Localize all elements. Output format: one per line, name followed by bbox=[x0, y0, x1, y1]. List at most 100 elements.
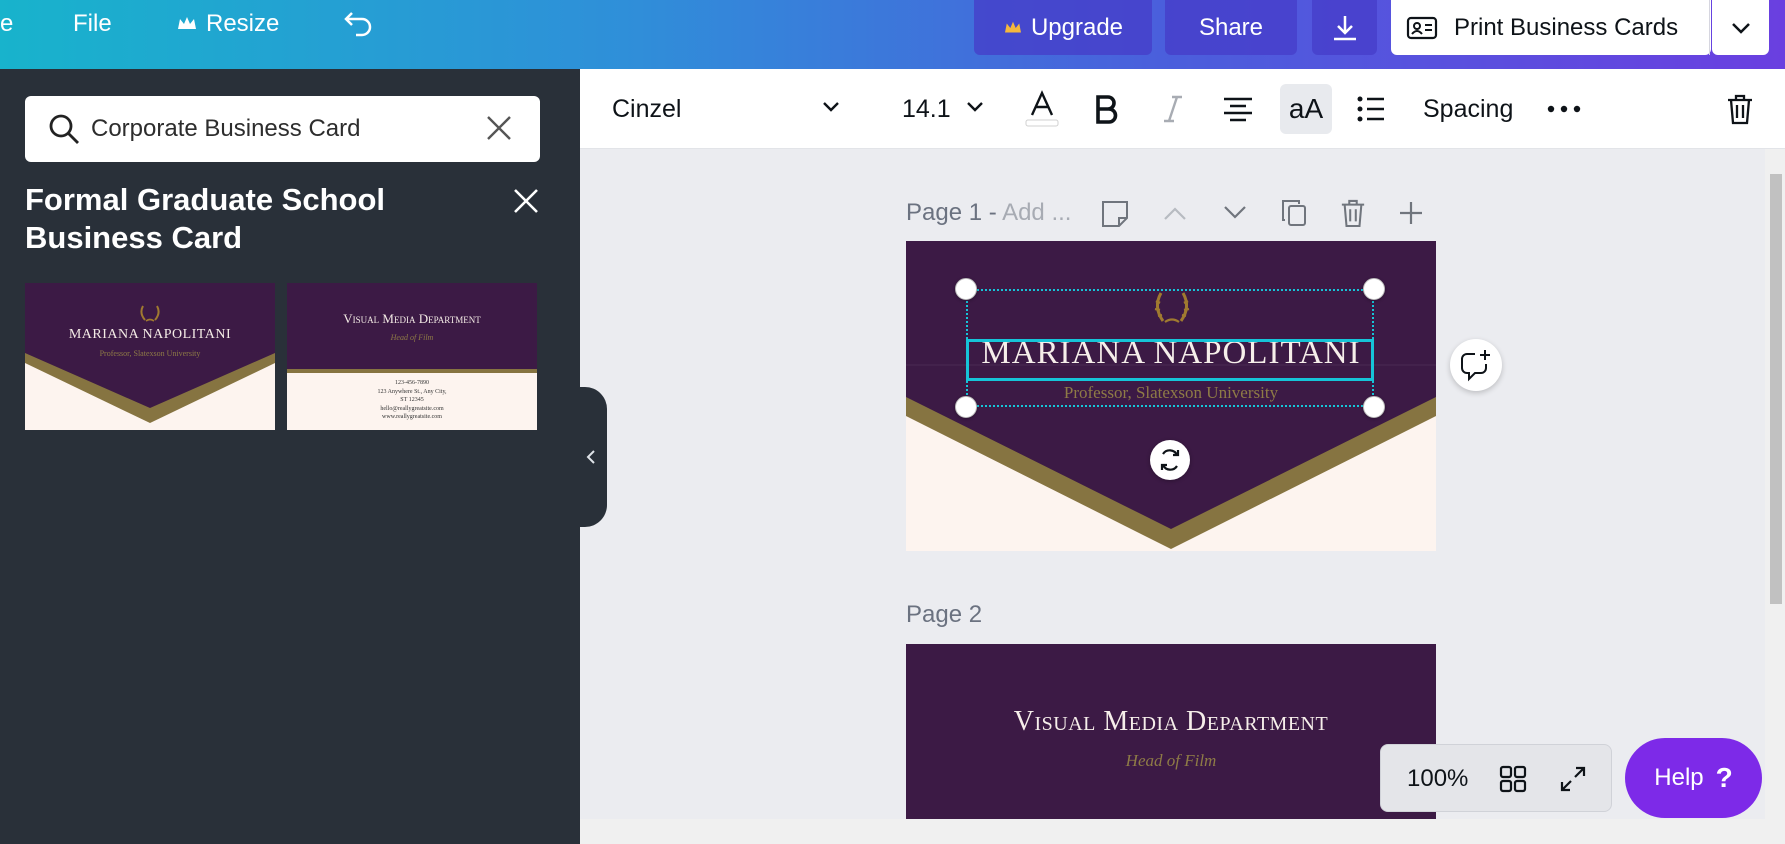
font-size-dropdown[interactable]: 14.1 bbox=[902, 69, 992, 149]
list-icon bbox=[1357, 96, 1384, 122]
search-input[interactable] bbox=[91, 115, 471, 143]
home-button[interactable]: e bbox=[0, 8, 13, 40]
thumb-subtitle: Professor, Slatexson University bbox=[99, 349, 201, 358]
view-controls: 100% bbox=[1380, 744, 1612, 812]
font-size: 14.1 bbox=[902, 94, 951, 123]
clear-search-icon[interactable] bbox=[483, 112, 515, 144]
italic-button[interactable] bbox=[1160, 69, 1186, 149]
card-2-title[interactable]: Visual Media Department bbox=[906, 706, 1436, 738]
print-business-cards-button[interactable]: Print Business Cards bbox=[1391, 0, 1711, 55]
add-comment-button[interactable] bbox=[1450, 339, 1502, 391]
resize-label: Resize bbox=[206, 10, 280, 37]
more-icon bbox=[1547, 105, 1581, 113]
template-page-1-thumbnail[interactable]: MARIANA NAPOLITANI Professor, Slatexson … bbox=[25, 283, 275, 430]
trash-icon[interactable] bbox=[1340, 198, 1366, 228]
case-icon: aA bbox=[1288, 93, 1324, 124]
undo-icon bbox=[344, 12, 372, 37]
resize-button[interactable]: Resize bbox=[176, 8, 279, 40]
trash-icon bbox=[1728, 94, 1752, 125]
upgrade-label: Upgrade bbox=[1030, 13, 1124, 41]
font-name: Cinzel bbox=[612, 94, 682, 123]
contact-line: 123 Anywhere St., Any City, bbox=[377, 388, 447, 395]
page-2-label: Page 2 bbox=[906, 601, 983, 628]
file-label: File bbox=[73, 10, 112, 37]
zoom-level[interactable]: 100% bbox=[1407, 765, 1468, 793]
top-bar: e File Resize Upgrade Share Print Busine… bbox=[0, 0, 1785, 69]
list-button[interactable] bbox=[1356, 69, 1386, 149]
print-label: Print Business Cards bbox=[1454, 13, 1679, 41]
note-icon[interactable] bbox=[1100, 199, 1130, 229]
print-options-dropdown[interactable] bbox=[1712, 0, 1769, 55]
page-2-design[interactable]: Visual Media Department Head of Film bbox=[906, 644, 1436, 819]
delete-element-button[interactable] bbox=[1726, 69, 1754, 149]
vertical-scrollbar[interactable] bbox=[1765, 149, 1785, 819]
resize-handle-top-left[interactable] bbox=[955, 278, 977, 300]
resize-handle-top-right[interactable] bbox=[1363, 278, 1385, 300]
contact-line: ST 12345 bbox=[400, 397, 424, 403]
upgrade-button[interactable]: Upgrade bbox=[974, 0, 1152, 55]
crown-icon bbox=[1004, 21, 1021, 32]
text-color-icon bbox=[1025, 90, 1059, 127]
font-family-dropdown[interactable]: Cinzel bbox=[612, 69, 852, 149]
more-options-button[interactable] bbox=[1547, 69, 1581, 149]
file-menu-button[interactable]: File bbox=[73, 8, 112, 40]
thumb-contact: 123-456-7890 123 Anywhere St., Any City,… bbox=[287, 379, 537, 422]
bold-button[interactable] bbox=[1094, 69, 1120, 149]
spacing-button[interactable]: Spacing bbox=[1423, 69, 1513, 149]
plus-icon[interactable] bbox=[1398, 200, 1424, 226]
undo-button[interactable] bbox=[342, 8, 374, 40]
rotate-icon bbox=[1160, 449, 1180, 471]
rotate-handle[interactable] bbox=[1150, 440, 1190, 480]
side-panel: Formal Graduate School Business Card MAR… bbox=[0, 69, 580, 844]
grid-icon[interactable] bbox=[1499, 765, 1527, 793]
card-icon bbox=[1406, 16, 1438, 39]
app: e File Resize Upgrade Share Print Busine… bbox=[0, 0, 1785, 844]
text-edit-box[interactable] bbox=[966, 339, 1374, 381]
home-label: e bbox=[0, 10, 14, 37]
close-icon[interactable] bbox=[511, 186, 541, 216]
thumb-title: Visual Media Department bbox=[343, 311, 481, 326]
letter-case-button[interactable]: aA bbox=[1280, 84, 1332, 134]
canvas-area: Page 1 - Add ... MARIANA NAPOLITANI Prof… bbox=[580, 149, 1765, 819]
divider bbox=[1709, 0, 1710, 55]
chevron-down-icon bbox=[823, 102, 839, 112]
contact-line: www.reallygreatsite.com bbox=[382, 414, 442, 420]
page-1-label: Page 1 - Add ... bbox=[906, 199, 1071, 227]
help-icon: ? bbox=[1715, 762, 1733, 793]
page-1-title: Page 1 - bbox=[906, 199, 1003, 226]
bold-icon bbox=[1096, 95, 1118, 124]
template-title: Formal Graduate School Business Card bbox=[25, 182, 386, 255]
card-2-subtitle[interactable]: Head of Film bbox=[906, 751, 1436, 771]
search-icon bbox=[49, 114, 79, 144]
contact-line: 123-456-7890 bbox=[395, 380, 429, 386]
share-label: Share bbox=[1198, 13, 1264, 41]
align-center-icon bbox=[1224, 97, 1252, 122]
resize-handle-bottom-left[interactable] bbox=[955, 396, 977, 418]
text-color-button[interactable] bbox=[1024, 69, 1060, 149]
duplicate-icon[interactable] bbox=[1280, 198, 1308, 228]
download-icon bbox=[1333, 15, 1356, 40]
laurel-icon bbox=[140, 305, 160, 322]
crown-icon bbox=[178, 17, 196, 29]
help-button[interactable]: Help ? bbox=[1625, 738, 1762, 818]
scroll-thumb[interactable] bbox=[1770, 174, 1782, 604]
align-button[interactable] bbox=[1222, 69, 1254, 149]
template-page-2-thumbnail[interactable]: Visual Media Department Head of Film 123… bbox=[287, 283, 537, 430]
resize-handle-bottom-right[interactable] bbox=[1363, 396, 1385, 418]
thumb-subtitle: Head of Film bbox=[390, 333, 434, 342]
page-title-input[interactable]: Add ... bbox=[1002, 199, 1071, 226]
thumb-name: MARIANA NAPOLITANI bbox=[68, 327, 232, 342]
fullscreen-icon[interactable] bbox=[1559, 765, 1587, 793]
horizontal-scrollbar[interactable] bbox=[580, 819, 1785, 844]
chevron-down-icon bbox=[967, 102, 983, 112]
chevron-down-icon[interactable] bbox=[1223, 205, 1247, 219]
share-button[interactable]: Share bbox=[1165, 0, 1297, 55]
help-label: Help bbox=[1654, 764, 1704, 791]
italic-icon bbox=[1164, 95, 1182, 123]
comment-add-icon bbox=[1461, 350, 1490, 382]
text-toolbar: Cinzel 14.1 aA Spacing bbox=[580, 69, 1785, 149]
download-button[interactable] bbox=[1312, 0, 1377, 55]
chevron-down-icon bbox=[1731, 22, 1750, 34]
chevron-up-icon[interactable] bbox=[1163, 207, 1187, 221]
search-bar bbox=[25, 96, 540, 162]
